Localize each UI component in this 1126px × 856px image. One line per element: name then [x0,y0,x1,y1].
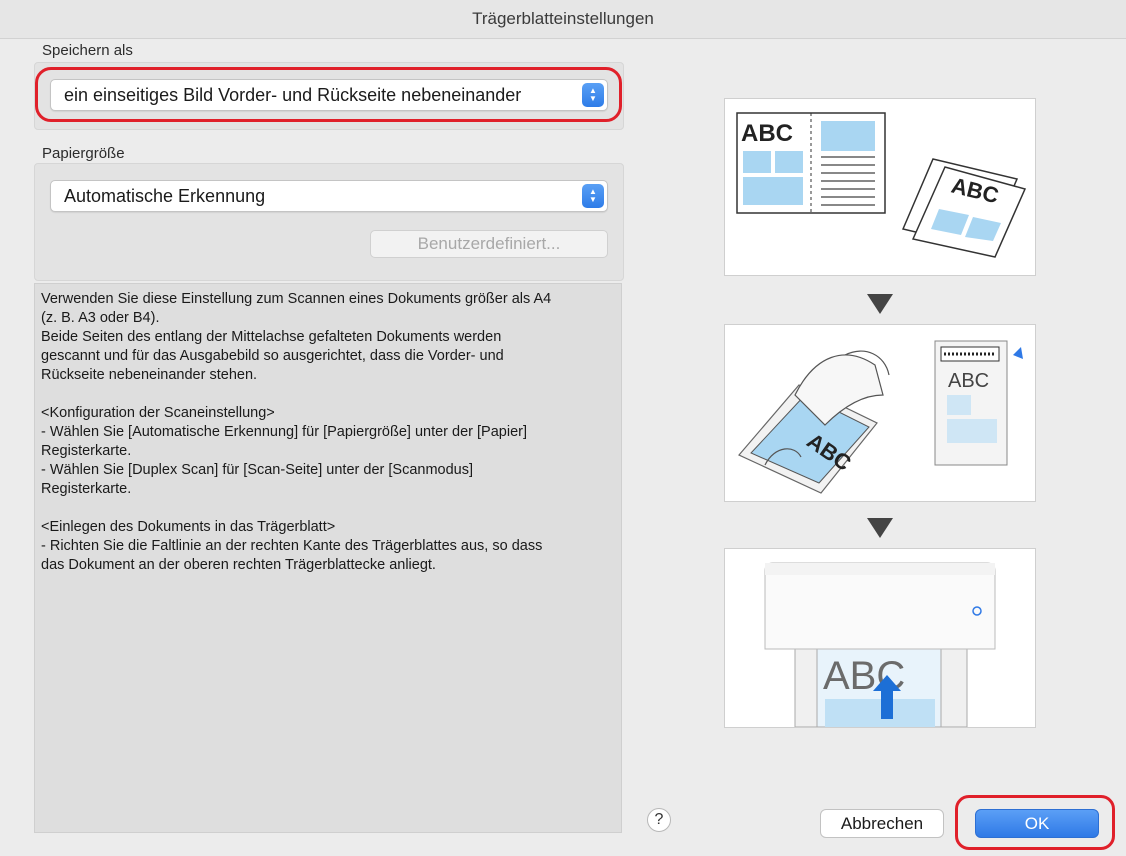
illus-text-abc: ABC [741,120,793,147]
save-as-label: Speichern als [42,42,133,59]
ok-highlight [955,795,1115,850]
window-titlebar: Trägerblatteinstellungen [0,0,1126,39]
arrow-down-icon [867,294,893,314]
cancel-button[interactable]: Abbrechen [820,809,944,838]
description-paragraph: Verwenden Sie diese Einstellung zum Scan… [41,291,552,383]
select-stepper-icon: ▲ ▼ [582,184,604,208]
paper-size-select[interactable]: Automatische Erkennung ▲ ▼ [50,180,608,212]
folded-document-illustration: ABC ABC [736,112,1027,258]
help-button[interactable]: ? [647,808,671,832]
scanner-illustration: ABC [764,562,996,727]
custom-size-button[interactable]: Benutzerdefiniert... [370,230,608,258]
description-paragraph: <Konfiguration der Scaneinstellung> - Wä… [41,405,527,497]
illus-text-abc: ABC [948,370,989,392]
illustration-scanner: ABC [724,548,1036,728]
save-as-highlight [35,67,622,122]
window-title: Trägerblatteinstellungen [472,9,654,28]
illustration-insert: ABC ABC [724,324,1036,502]
description-paragraph: <Einlegen des Dokuments in das Trägerbla… [41,519,543,573]
paper-size-label: Papiergröße [42,145,125,162]
insert-document-illustration: ABC ABC [738,340,1023,494]
arrow-down-icon [867,518,893,538]
illustration-result: ABC ABC [724,98,1036,276]
paper-size-selected-value: Automatische Erkennung [64,185,266,206]
description-panel: Verwenden Sie diese Einstellung zum Scan… [34,283,622,833]
